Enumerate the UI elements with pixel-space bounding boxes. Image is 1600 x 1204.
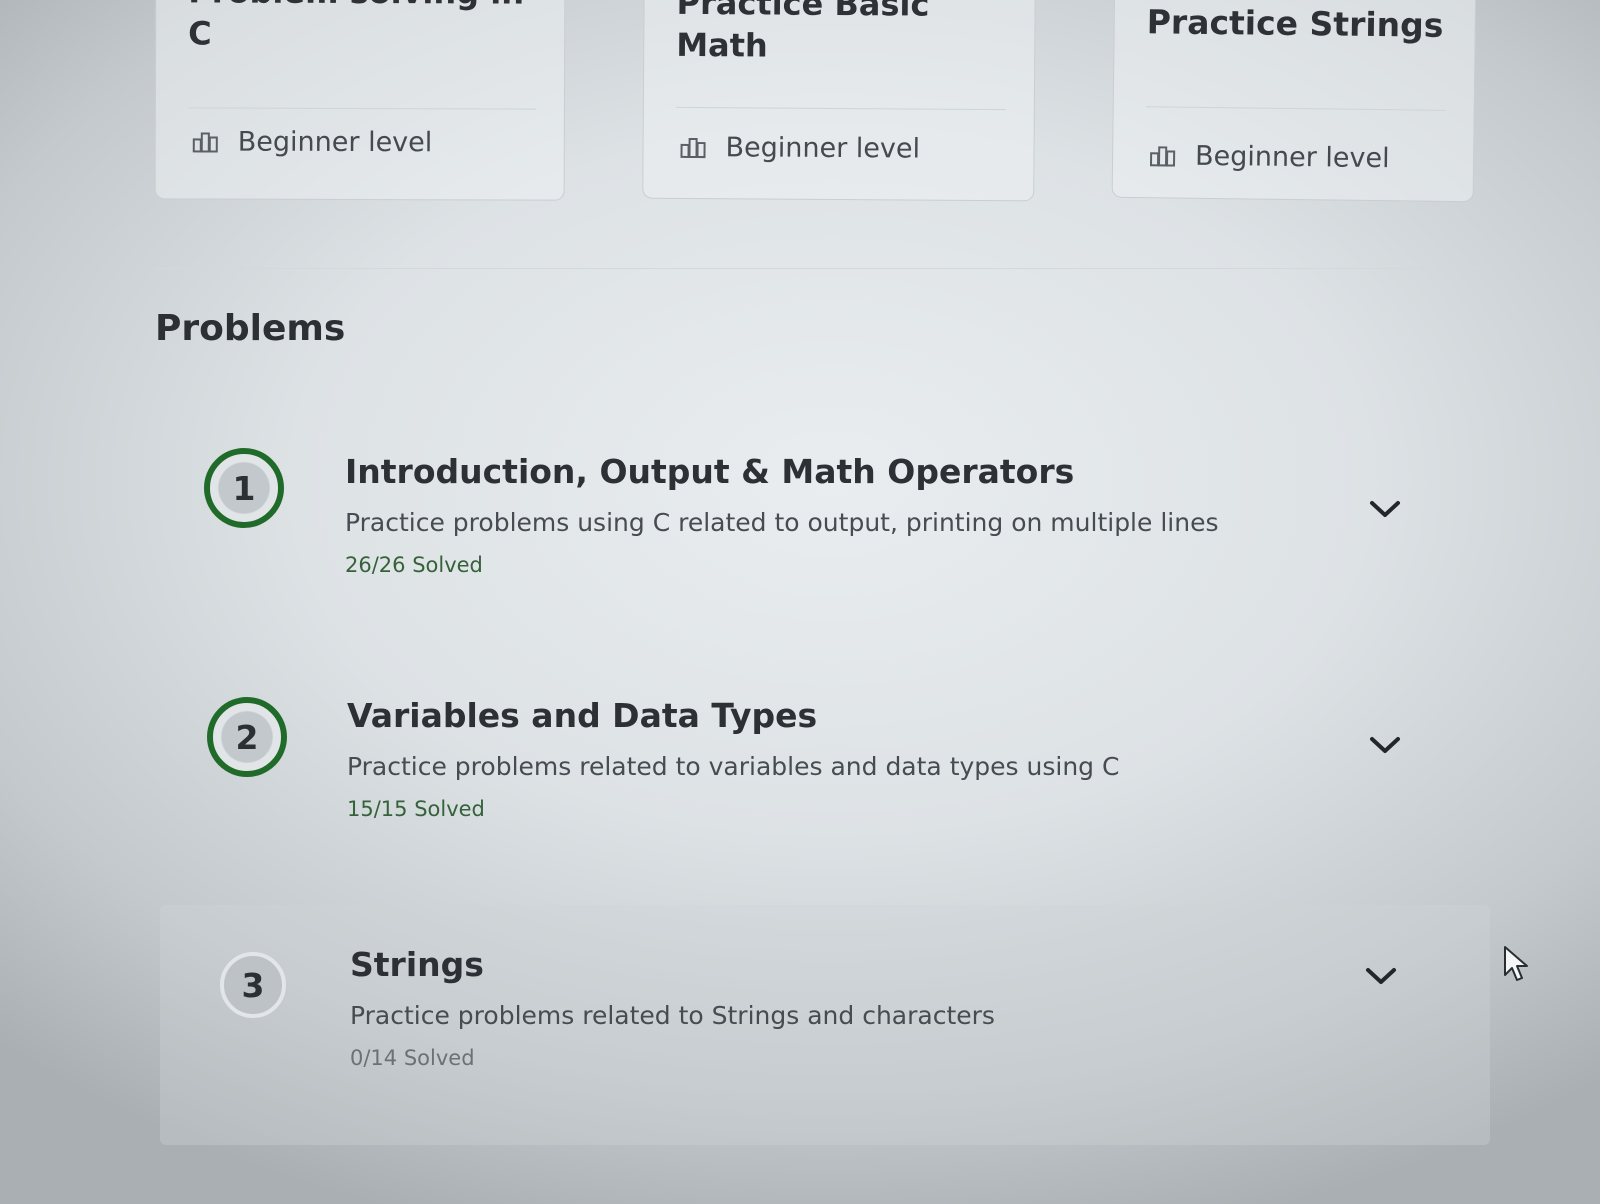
problems-heading: Problems [155,308,346,349]
problem-module-info: Strings Practice problems related to Str… [350,943,1310,1073]
chevron-down-icon[interactable] [1368,734,1402,756]
course-level-label: Beginner level [1194,140,1390,175]
course-card-title: Practice Basic Math [676,0,930,65]
course-card-title: Problem solving in C [188,0,524,53]
card-divider [675,106,1006,111]
chevron-down-icon[interactable] [1364,965,1398,987]
problem-module-title: Introduction, Output & Math Operators [345,452,1075,491]
solved-count: 26/26 Solved [345,553,483,577]
bar-chart-icon [192,131,218,153]
problem-module-description: Practice problems related to Strings and… [350,1001,995,1030]
course-card[interactable]: Practice Strings Beginner level [1111,0,1477,203]
step-number-badge: 1 [204,448,284,528]
course-level: Beginner level [192,126,433,159]
course-card[interactable]: Problem solving in C Beginner level [154,0,566,201]
problem-module-title: Strings [350,945,484,984]
problem-module-row[interactable]: 1 Introduction, Output & Math Operators … [160,420,1490,650]
step-number-badge: 3 [220,952,286,1018]
problem-module-info: Introduction, Output & Math Operators Pr… [345,450,1305,580]
section-divider [155,268,1485,269]
chevron-down-icon[interactable] [1368,498,1402,520]
mouse-cursor-icon [1504,946,1528,981]
course-level: Beginner level [679,132,920,165]
course-card[interactable]: Practice Basic Math Beginner level [642,0,1036,202]
problem-module-title: Variables and Data Types [347,696,818,735]
course-card-title: Practice Strings [1146,2,1444,45]
course-level: Beginner level [1149,140,1390,174]
step-number: 2 [235,717,259,757]
solved-count: 0/14 Solved [350,1046,475,1070]
step-number: 1 [232,468,256,508]
problem-module-description: Practice problems related to variables a… [347,752,1120,781]
card-divider [1145,106,1446,111]
bar-chart-icon [680,137,706,158]
problem-module-row[interactable]: 3 Strings Practice problems related to S… [160,905,1490,1145]
solved-count: 15/15 Solved [347,797,485,821]
problem-module-info: Variables and Data Types Practice proble… [347,694,1307,824]
step-number: 3 [241,965,265,1005]
problem-module-description: Practice problems using C related to out… [345,508,1219,537]
step-number-badge: 2 [207,697,287,777]
course-level-label: Beginner level [725,132,921,165]
bar-chart-icon [1150,145,1176,167]
course-level-label: Beginner level [237,126,433,159]
problem-module-row[interactable]: 2 Variables and Data Types Practice prob… [160,672,1490,902]
course-cards-row: Problem solving in C Beginner level Prac… [154,0,1477,212]
card-divider [187,107,536,110]
